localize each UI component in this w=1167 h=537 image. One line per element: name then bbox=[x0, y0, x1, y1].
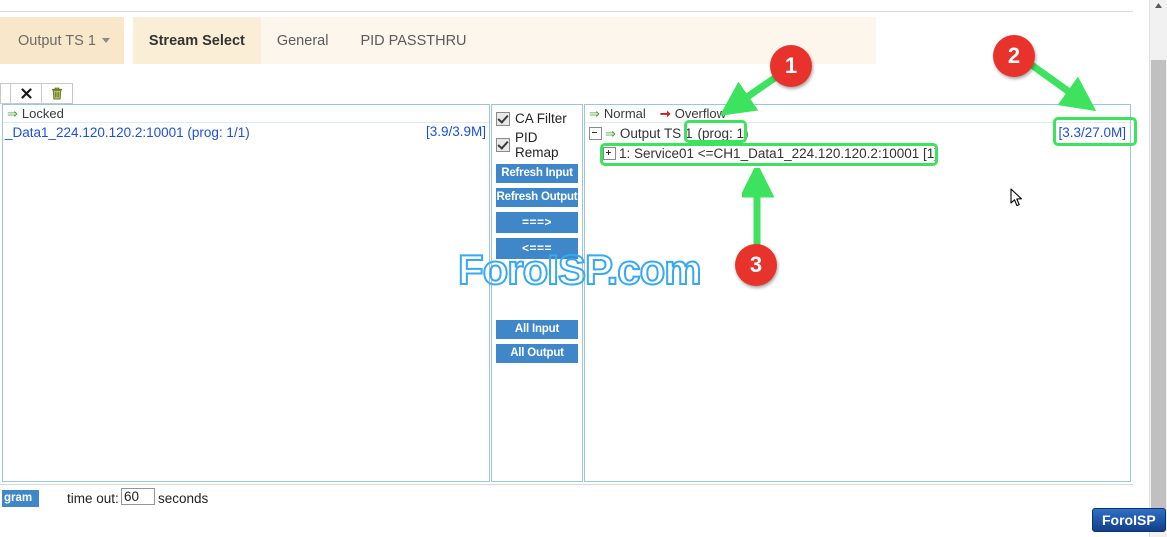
refresh-output-button[interactable]: Refresh Output bbox=[496, 188, 578, 207]
bottom-divider bbox=[0, 484, 1133, 485]
program-button[interactable]: gram bbox=[2, 490, 40, 507]
tree-node-output-ts[interactable]: ⇒ Output TS 1 (prog: 1) [3.3/27.0M] bbox=[585, 123, 1130, 143]
chevron-up-icon bbox=[1155, 3, 1162, 8]
list-toolbar bbox=[0, 83, 73, 104]
delete-button[interactable] bbox=[41, 83, 73, 104]
legend-overflow: ➞ Overflow bbox=[660, 106, 726, 121]
input-status-label: Locked bbox=[21, 106, 64, 121]
legend: ⇒ Normal ➞ Overflow bbox=[585, 105, 1130, 123]
scroll-up-button[interactable] bbox=[1150, 0, 1167, 11]
checkbox-pid-remap[interactable]: PID Remap bbox=[496, 130, 578, 160]
close-button[interactable] bbox=[10, 83, 42, 104]
input-status-row: ⇒ Locked bbox=[3, 105, 489, 123]
foroisp-badge: ForoISP bbox=[1092, 508, 1166, 532]
arrow-right-green-icon: ⇒ bbox=[605, 125, 616, 141]
output-ts-prog-count: (prog: 1) bbox=[697, 125, 749, 141]
input-stream-bitrate: [3.9/3.9M] bbox=[425, 124, 486, 139]
tab-output-ts-1[interactable]: Output TS 1 bbox=[0, 17, 124, 64]
checkbox-icon bbox=[496, 138, 510, 152]
scrollbar-thumb[interactable] bbox=[1151, 60, 1166, 515]
tab-stream-select-label: Stream Select bbox=[148, 32, 245, 49]
legend-overflow-label: Overflow bbox=[674, 106, 727, 121]
collapse-toggle-icon[interactable] bbox=[589, 126, 602, 140]
list-item[interactable]: _Data1_224.120.120.2:10001 (prog: 1/1) [… bbox=[3, 123, 489, 141]
legend-normal: ⇒ Normal bbox=[589, 106, 646, 121]
callout-marker-2: 2 bbox=[993, 35, 1035, 77]
tree-node-service[interactable]: 1: Service01 <=CH1_Data1_224.120.120.2:1… bbox=[585, 143, 1130, 163]
tab-pid-passthru-label: PID PASSTHRU bbox=[360, 32, 467, 49]
legend-normal-label: Normal bbox=[603, 106, 646, 121]
add-to-output-button[interactable]: ===> bbox=[496, 212, 578, 233]
checkbox-pid-remap-label: PID Remap bbox=[515, 130, 559, 160]
trash-icon bbox=[52, 87, 62, 100]
tab-output-ts-1-label: Output TS 1 bbox=[18, 32, 96, 49]
timeout-input[interactable] bbox=[121, 488, 155, 505]
expand-toggle-icon[interactable] bbox=[603, 146, 616, 160]
output-ts-label: Output TS 1 bbox=[619, 125, 693, 141]
app-screen: Output TS 1 Stream Select General PID PA… bbox=[0, 0, 1167, 537]
tab-general-label: General bbox=[276, 32, 329, 49]
controls-panel: CA Filter PID Remap Refresh Input Refres… bbox=[491, 104, 583, 482]
callout-marker-1: 1 bbox=[770, 45, 812, 87]
arrow-right-red-icon: ➞ bbox=[659, 106, 671, 121]
top-divider bbox=[0, 11, 1133, 12]
checkbox-ca-filter-label: CA Filter bbox=[515, 111, 567, 126]
tab-gap bbox=[123, 17, 133, 64]
all-output-button[interactable]: All Output bbox=[496, 344, 578, 363]
all-input-button[interactable]: All Input bbox=[496, 320, 578, 339]
arrow-right-green-icon: ⇒ bbox=[589, 106, 600, 121]
arrow-right-green-icon: ⇒ bbox=[7, 106, 18, 121]
callout-marker-3: 3 bbox=[735, 244, 777, 286]
output-stream-panel: ⇒ Normal ➞ Overflow ⇒ Output TS 1 (prog:… bbox=[584, 104, 1131, 482]
timeout-unit-label: seconds bbox=[158, 491, 209, 506]
input-stream-panel: ⇒ Locked _Data1_224.120.120.2:10001 (pro… bbox=[2, 104, 490, 482]
remove-from-output-button[interactable]: <=== bbox=[496, 238, 578, 259]
checkbox-ca-filter[interactable]: CA Filter bbox=[496, 111, 578, 126]
output-ts-bitrate: [3.3/27.0M] bbox=[1058, 125, 1126, 140]
chevron-down-icon bbox=[101, 38, 110, 43]
tab-bar: Output TS 1 Stream Select General PID PA… bbox=[0, 17, 876, 64]
refresh-input-button[interactable]: Refresh Input bbox=[496, 164, 578, 183]
service-row-label: 1: Service01 <=CH1_Data1_224.120.120.2:1… bbox=[619, 145, 938, 161]
input-stream-name: _Data1_224.120.120.2:10001 (prog: 1/1) bbox=[5, 124, 250, 140]
tab-stream-select[interactable]: Stream Select bbox=[132, 17, 261, 64]
vertical-scrollbar[interactable] bbox=[1149, 0, 1167, 537]
controls-spacer bbox=[496, 264, 578, 320]
tab-general[interactable]: General bbox=[261, 17, 345, 64]
close-x-icon bbox=[20, 88, 32, 99]
timeout-label: time out: bbox=[67, 491, 119, 506]
tab-pid-passthru[interactable]: PID PASSTHRU bbox=[344, 17, 482, 64]
checkbox-icon bbox=[496, 111, 510, 126]
